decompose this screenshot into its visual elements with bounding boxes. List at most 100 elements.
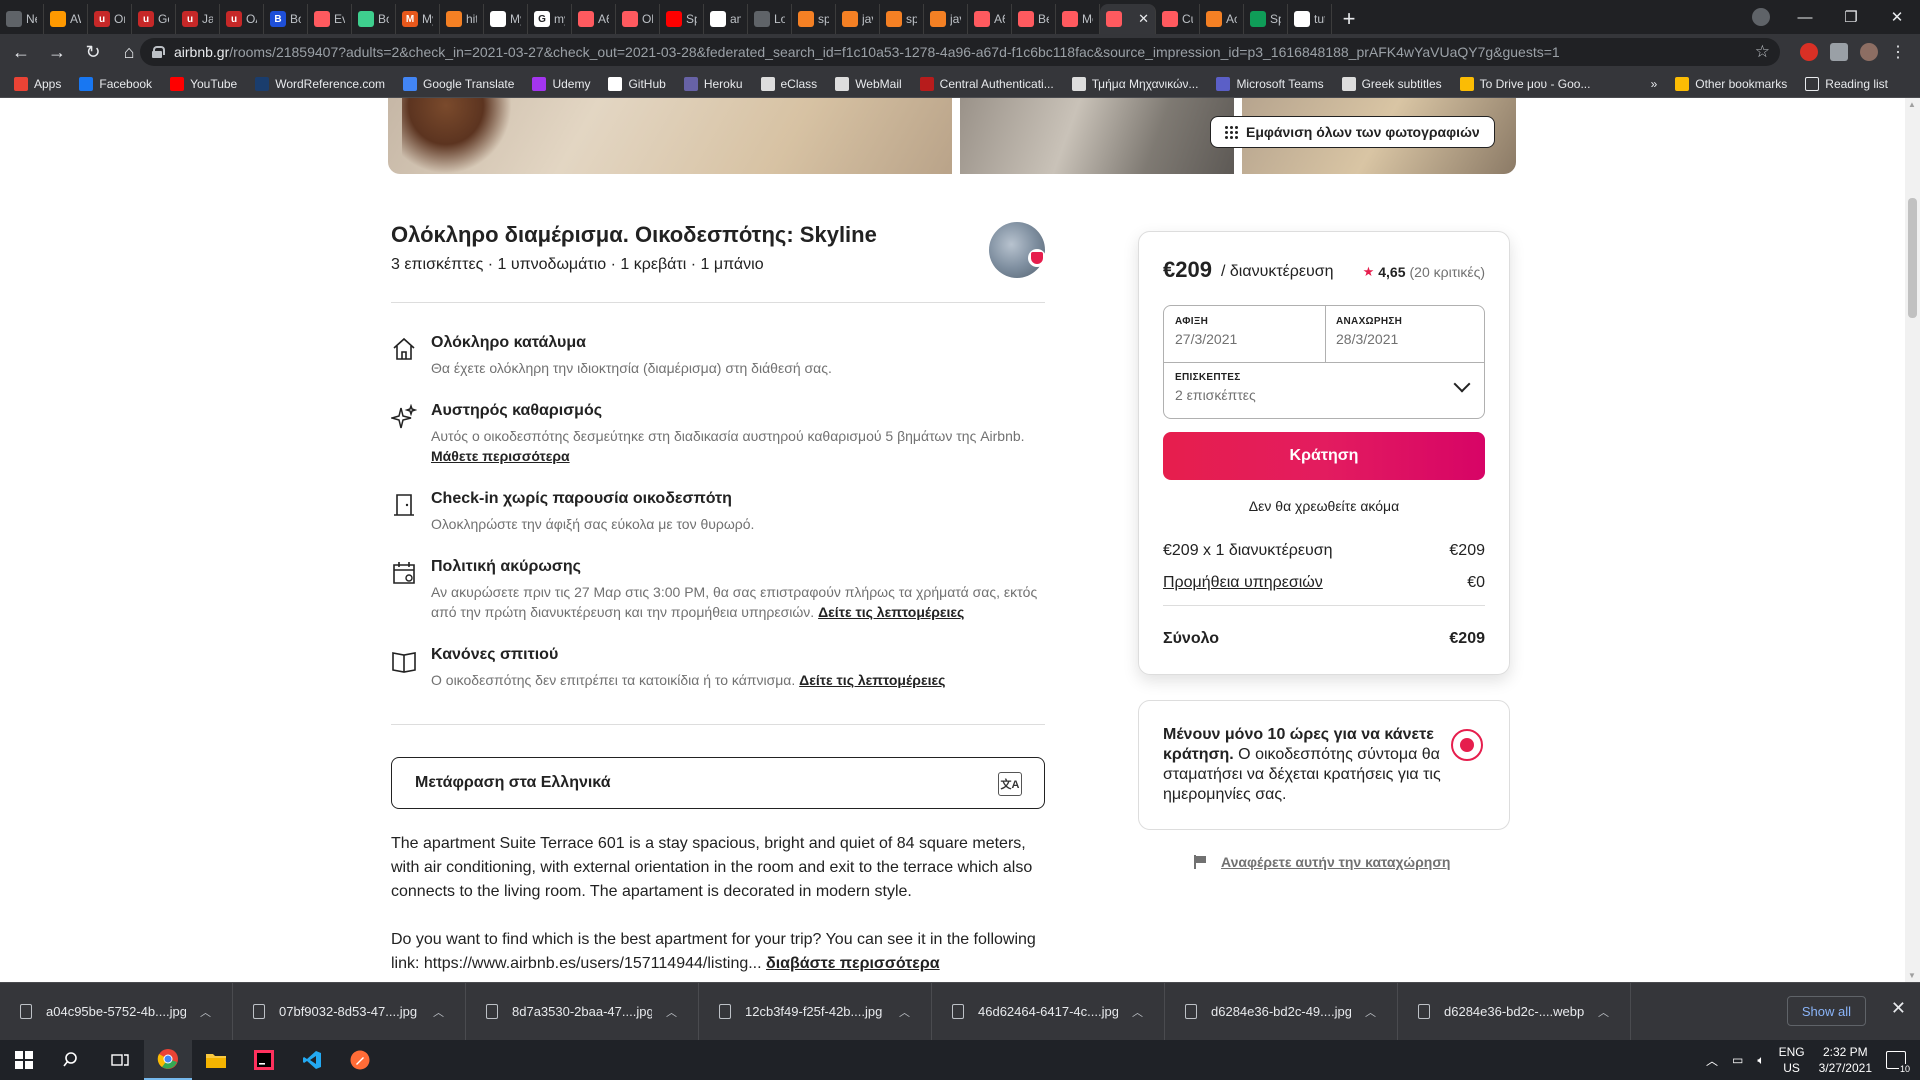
show-all-downloads-button[interactable]: Show all: [1786, 996, 1866, 1026]
browser-tab[interactable]: New Ta: [0, 4, 44, 34]
bookmarks-overflow-button[interactable]: »: [1651, 77, 1658, 91]
browser-tab[interactable]: Be: [1012, 4, 1056, 34]
download-item[interactable]: 8d7a3530-2baa-47....jpg ︿: [466, 982, 699, 1041]
browser-tab[interactable]: hit: [440, 4, 484, 34]
browser-tab[interactable]: A6: [968, 4, 1012, 34]
search-icon[interactable]: [48, 1040, 96, 1080]
volume-icon[interactable]: 🔈︎: [1757, 1053, 1764, 1068]
browser-tab[interactable]: B Bo: [264, 4, 308, 34]
postman-icon[interactable]: [336, 1040, 384, 1080]
browser-tab[interactable]: jav: [836, 4, 880, 34]
translate-button[interactable]: Μετάφραση στα Ελληνικά 文A: [391, 757, 1045, 809]
learn-more-link[interactable]: Μάθετε περισσότερα: [431, 448, 570, 464]
bookmark-item[interactable]: WordReference.com: [255, 76, 385, 91]
download-options-chevron-icon[interactable]: ︿: [899, 1004, 910, 1020]
reading-list-button[interactable]: Reading list: [1805, 77, 1888, 91]
bookmark-item[interactable]: YouTube: [170, 76, 237, 91]
download-item[interactable]: a04c95be-5752-4b....jpg ︿: [0, 982, 233, 1041]
bookmark-item[interactable]: WebMail: [835, 76, 902, 91]
new-tab-icon[interactable]: +: [1332, 4, 1366, 34]
download-options-chevron-icon[interactable]: ︿: [200, 1004, 211, 1020]
vscode-icon[interactable]: [288, 1040, 336, 1080]
windows-start-icon[interactable]: [0, 1040, 48, 1080]
download-item[interactable]: 46d62464-6417-4c....jpg ︿: [932, 982, 1165, 1041]
browser-tab[interactable]: Sp: [660, 4, 704, 34]
puzzle-icon[interactable]: [1830, 43, 1848, 61]
bookmark-item[interactable]: Central Authenticati...: [919, 76, 1054, 91]
service-fee-link[interactable]: Προμήθεια υπηρεσιών: [1163, 574, 1323, 592]
chrome-taskbar-icon[interactable]: [144, 1040, 192, 1080]
browser-tab[interactable]: sp: [880, 4, 924, 34]
download-options-chevron-icon[interactable]: ︿: [433, 1004, 444, 1020]
close-download-shelf-icon[interactable]: ✕: [1891, 998, 1906, 1019]
download-options-chevron-icon[interactable]: ︿: [1365, 1004, 1376, 1020]
other-bookmarks-folder[interactable]: Other bookmarks: [1675, 77, 1787, 91]
browser-tab[interactable]: u Jav: [176, 4, 220, 34]
browser-tab[interactable]: A6: [572, 4, 616, 34]
scroll-up-icon[interactable]: ▲: [1908, 100, 1916, 109]
input-language[interactable]: ENG US: [1779, 1044, 1805, 1076]
reserve-button[interactable]: Κράτηση: [1163, 432, 1485, 480]
read-more-link[interactable]: διαβάστε περισσότερα: [766, 955, 940, 972]
battery-icon[interactable]: ▭: [1732, 1053, 1743, 1067]
browser-tab[interactable]: tut: [1288, 4, 1332, 34]
reload-icon[interactable]: ↻: [78, 37, 108, 67]
report-listing-link[interactable]: Αναφέρετε αυτήν την καταχώρηση: [1193, 854, 1450, 870]
browser-tab[interactable]: u OA: [220, 4, 264, 34]
browser-tab[interactable]: Bo: [352, 4, 396, 34]
download-item[interactable]: 12cb3f49-f25f-42b....jpg ︿: [699, 982, 932, 1041]
download-options-chevron-icon[interactable]: ︿: [666, 1004, 677, 1020]
forward-icon[interactable]: →: [42, 37, 72, 67]
browser-tab[interactable]: Me: [1056, 4, 1100, 34]
browser-tab[interactable]: AW: [44, 4, 88, 34]
notification-center-icon[interactable]: 10: [1886, 1051, 1911, 1074]
bookmark-star-icon[interactable]: ☆: [1755, 42, 1770, 62]
download-item[interactable]: 07bf9032-8d53-47....jpg ︿: [233, 982, 466, 1041]
bookmark-item[interactable]: Heroku: [683, 76, 743, 91]
bookmark-item[interactable]: Facebook: [79, 76, 152, 91]
task-view-icon[interactable]: [96, 1040, 144, 1080]
bookmark-item[interactable]: Microsoft Teams: [1216, 76, 1324, 91]
listing-photo-main[interactable]: [388, 98, 952, 174]
close-tab-icon[interactable]: ✕: [1138, 11, 1149, 27]
house-rules-details-link[interactable]: Δείτε τις λεπτομέρειες: [799, 672, 945, 688]
rating[interactable]: ★ 4,65 (20 κριτικές): [1363, 264, 1485, 280]
bookmark-item[interactable]: To Drive μου - Goo...: [1459, 76, 1590, 91]
browser-tab[interactable]: u Go: [132, 4, 176, 34]
extension-icon[interactable]: [1800, 43, 1818, 61]
bookmark-item[interactable]: eClass: [760, 76, 817, 91]
cancellation-details-link[interactable]: Δείτε τις λεπτομέρειες: [818, 604, 964, 620]
menu-kebab-icon[interactable]: ⋮: [1890, 42, 1906, 62]
file-explorer-icon[interactable]: [192, 1040, 240, 1080]
download-item[interactable]: d6284e36-bd2c-49....jpg ︿: [1165, 982, 1398, 1041]
browser-tab[interactable]: sp: [792, 4, 836, 34]
checkin-field[interactable]: ΑΦΙΞΗ 27/3/2021: [1164, 306, 1325, 357]
listing-photo[interactable]: [960, 98, 1234, 174]
scroll-down-icon[interactable]: ▼: [1908, 971, 1916, 980]
scrollbar-thumb[interactable]: [1908, 198, 1917, 318]
browser-tab[interactable]: M My: [396, 4, 440, 34]
bookmark-item[interactable]: Apps: [14, 76, 61, 91]
browser-tab[interactable]: u Or: [88, 4, 132, 34]
bookmark-item[interactable]: Τμήμα Μηχανικών...: [1071, 76, 1198, 91]
browser-tab[interactable]: Ev: [308, 4, 352, 34]
browser-tab[interactable]: My: [484, 4, 528, 34]
browser-tab[interactable]: am: [704, 4, 748, 34]
tray-overflow-icon[interactable]: ︿: [1706, 1052, 1718, 1069]
browser-tab[interactable]: jav: [924, 4, 968, 34]
download-options-chevron-icon[interactable]: ︿: [1132, 1004, 1143, 1020]
download-item[interactable]: d6284e36-bd2c-....webp ︿: [1398, 982, 1631, 1041]
tab-search-icon[interactable]: [1752, 8, 1770, 26]
clock[interactable]: 2:32 PM 3/27/2021: [1819, 1044, 1872, 1076]
address-bar[interactable]: airbnb.gr/rooms/21859407?adults=2&check_…: [140, 38, 1780, 66]
browser-tab[interactable]: ✕: [1100, 4, 1156, 34]
maximize-icon[interactable]: ❐: [1828, 8, 1874, 26]
browser-tab[interactable]: Cu: [1156, 4, 1200, 34]
minimize-icon[interactable]: —: [1782, 9, 1828, 26]
browser-tab[interactable]: Ac: [1200, 4, 1244, 34]
bookmark-item[interactable]: GitHub: [608, 76, 666, 91]
show-all-photos-button[interactable]: Εμφάνιση όλων των φωτογραφιών: [1210, 116, 1495, 148]
bookmark-item[interactable]: Udemy: [532, 76, 590, 91]
profile-avatar[interactable]: [1860, 43, 1878, 61]
close-window-icon[interactable]: ✕: [1874, 8, 1920, 26]
